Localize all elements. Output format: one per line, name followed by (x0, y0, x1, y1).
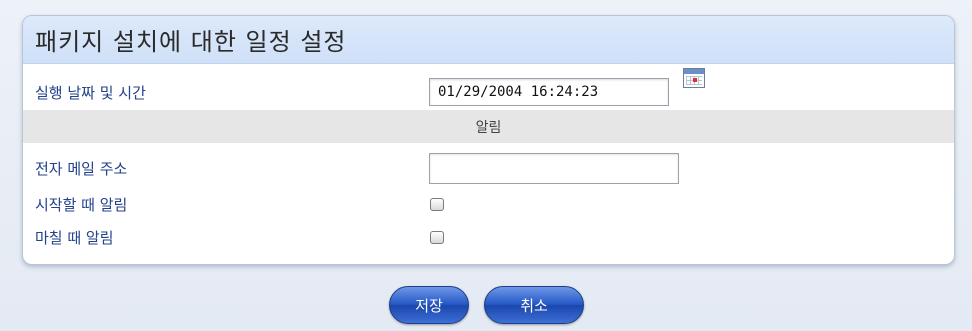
calendar-marker (693, 78, 697, 82)
notify-end-row: 마칠 때 알림 (23, 226, 954, 248)
notify-start-row: 시작할 때 알림 (23, 193, 954, 215)
calendar-header (684, 69, 704, 74)
notify-end-label: 마칠 때 알림 (35, 228, 114, 247)
email-field[interactable] (429, 153, 679, 184)
cancel-button[interactable]: 취소 (484, 286, 584, 324)
datetime-input[interactable]: 01/29/2004 16:24:23 (429, 78, 669, 106)
notify-start-checkbox[interactable] (430, 197, 444, 211)
datetime-row: 실행 날짜 및 시간 01/29/2004 16:24:23 (23, 68, 954, 106)
notification-section-label: 알림 (475, 119, 502, 136)
datetime-value: 01/29/2004 16:24:23 (438, 84, 599, 100)
schedule-panel: 패키지 설치에 대한 일정 설정 실행 날짜 및 시간 01/29/2004 1… (22, 15, 955, 265)
calendar-icon[interactable] (683, 68, 705, 88)
save-button[interactable]: 저장 (389, 286, 469, 324)
notify-start-label: 시작할 때 알림 (35, 195, 128, 214)
email-label: 전자 메일 주소 (35, 160, 128, 178)
panel-header: 패키지 설치에 대한 일정 설정 (23, 16, 954, 64)
notification-section-bar: 알림 (23, 110, 954, 143)
datetime-label: 실행 날짜 및 시간 (35, 83, 146, 102)
page: 패키지 설치에 대한 일정 설정 실행 날짜 및 시간 01/29/2004 1… (0, 0, 972, 331)
email-row: 전자 메일 주소 (23, 153, 954, 184)
notify-end-checkbox[interactable] (430, 230, 444, 244)
panel-title: 패키지 설치에 대한 일정 설정 (35, 28, 347, 56)
